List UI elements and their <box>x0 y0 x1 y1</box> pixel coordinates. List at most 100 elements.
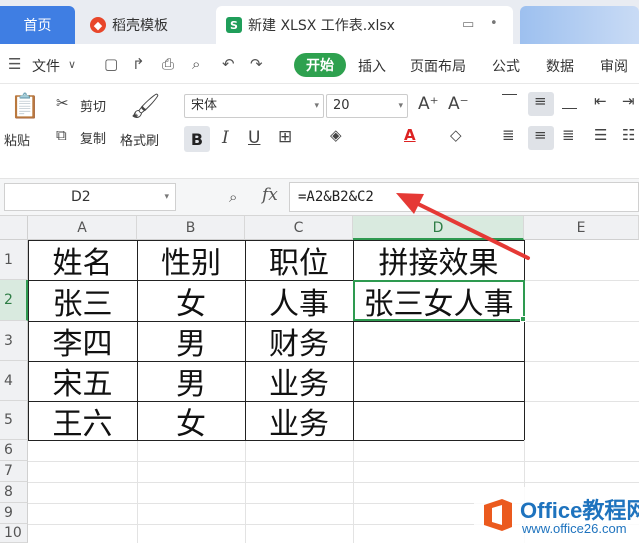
cell-b4[interactable]: 男 <box>137 361 245 402</box>
tab-template[interactable]: ◆ 稻壳模板 <box>80 6 210 44</box>
paste-icon[interactable]: 📋 <box>10 92 40 120</box>
gridline <box>524 401 639 402</box>
annotation-arrow-icon <box>396 193 530 260</box>
cell-b5[interactable]: 女 <box>137 401 245 442</box>
tab-other[interactable] <box>520 6 639 44</box>
fx-icon[interactable]: fx <box>262 185 278 205</box>
close-tab-icon[interactable]: • <box>490 16 498 31</box>
cell-a4[interactable]: 宋五 <box>28 361 137 402</box>
column-header-e[interactable]: E <box>524 216 639 240</box>
fill-handle[interactable] <box>520 316 526 322</box>
hamburger-menu-icon[interactable]: ☰ <box>8 55 21 73</box>
monitor-icon[interactable]: ▭ <box>462 17 474 32</box>
select-all-corner[interactable] <box>0 216 28 240</box>
chevron-down-icon: ▾ <box>314 101 319 111</box>
indent-icon[interactable]: ⇤ <box>594 92 607 110</box>
chevron-down-icon[interactable]: ∨ <box>68 58 76 71</box>
bold-button[interactable]: B <box>184 126 210 152</box>
active-cell-outline <box>353 280 525 321</box>
export-icon[interactable]: ↱ <box>132 55 145 73</box>
row-header-2[interactable]: 2 <box>0 280 28 321</box>
italic-button[interactable]: I <box>222 128 229 148</box>
menu-insert[interactable]: 插入 <box>358 56 386 76</box>
row-header-7[interactable]: 7 <box>0 461 28 482</box>
font-color-icon[interactable]: A <box>404 126 416 144</box>
scissors-icon[interactable]: ✂ <box>56 94 69 112</box>
copy-button[interactable]: 复制 <box>80 128 106 147</box>
cell-c5[interactable]: 业务 <box>245 401 353 442</box>
column-header-b[interactable]: B <box>137 216 245 240</box>
clear-format-icon[interactable]: ◇ <box>450 126 462 144</box>
row-header-6[interactable]: 6 <box>0 440 28 461</box>
underline-button[interactable]: U <box>248 128 260 148</box>
tab-home[interactable]: 首页 <box>0 6 75 44</box>
tab-active-file[interactable]: S 新建 XLSX 工作表.xlsx ▭ • <box>216 6 513 44</box>
spreadsheet-logo-icon: S <box>226 17 242 33</box>
cell-c4[interactable]: 业务 <box>245 361 353 402</box>
chevron-down-icon: ▾ <box>164 192 169 202</box>
align-top-icon[interactable]: ⎺ <box>502 92 517 110</box>
font-name-select[interactable]: 宋体 ▾ <box>184 94 324 118</box>
column-header-c[interactable]: C <box>245 216 353 240</box>
cell-a2[interactable]: 张三 <box>28 280 137 322</box>
align-left-icon[interactable]: ≣ <box>502 126 515 144</box>
cell-c3[interactable]: 财务 <box>245 321 353 362</box>
row-header-10[interactable]: 10 <box>0 524 28 543</box>
undo-icon[interactable]: ↶ <box>222 55 235 73</box>
copy-icon[interactable]: ⧉ <box>56 126 67 144</box>
row-header-1[interactable]: 1 <box>0 240 28 280</box>
menu-review[interactable]: 审阅 <box>600 56 628 76</box>
menu-formulas[interactable]: 公式 <box>492 56 520 76</box>
print-preview-icon[interactable]: ⌕ <box>192 55 200 73</box>
decrease-font-icon[interactable]: A⁻ <box>448 94 469 114</box>
cell-a5[interactable]: 王六 <box>28 401 137 442</box>
zoom-search-icon[interactable]: ⌕ <box>229 188 237 206</box>
row-header-9[interactable]: 9 <box>0 503 28 524</box>
format-painter-button[interactable]: 格式刷 <box>120 130 159 149</box>
cell-c2[interactable]: 人事 <box>245 280 353 322</box>
increase-font-icon[interactable]: A⁺ <box>418 94 439 114</box>
distributed-icon[interactable]: ☷ <box>622 126 635 144</box>
menu-file[interactable]: 文件 <box>32 56 60 76</box>
name-box[interactable]: D2 ▾ <box>4 183 176 211</box>
row-header-4[interactable]: 4 <box>0 361 28 401</box>
menu-start[interactable]: 开始 <box>294 53 346 77</box>
outdent-icon[interactable]: ⇥ <box>622 92 635 110</box>
cell-b1[interactable]: 性别 <box>137 240 245 281</box>
print-icon[interactable]: ⎙ <box>162 55 174 73</box>
font-size-value: 20 <box>333 98 350 113</box>
justify-icon[interactable]: ☰ <box>594 126 607 144</box>
save-icon[interactable]: ▢ <box>104 55 118 73</box>
gridline <box>524 361 639 362</box>
align-right-icon[interactable]: ≣ <box>562 126 575 144</box>
cell-b2[interactable]: 女 <box>137 280 245 322</box>
format-painter-icon[interactable]: 🖌 <box>130 92 160 120</box>
paste-button[interactable]: 粘贴 <box>4 130 30 149</box>
menu-page-layout[interactable]: 页面布局 <box>410 56 466 76</box>
fill-color-icon[interactable]: ◈ <box>330 126 342 144</box>
border-icon[interactable]: ⊞ <box>278 127 292 147</box>
formula-text: =A2&B2&C2 <box>298 189 374 205</box>
column-header-a[interactable]: A <box>28 216 137 240</box>
cut-button[interactable]: 剪切 <box>80 96 106 115</box>
cell-d4[interactable] <box>353 361 524 401</box>
document-tab-bar: 首页 ◆ 稻壳模板 S 新建 XLSX 工作表.xlsx ▭ • <box>0 0 639 44</box>
cell-b3[interactable]: 男 <box>137 321 245 362</box>
cell-d3[interactable] <box>353 321 524 361</box>
cell-c1[interactable]: 职位 <box>245 240 353 281</box>
row-header-5[interactable]: 5 <box>0 401 28 440</box>
align-middle-icon[interactable]: ≡ <box>534 92 547 110</box>
menu-data[interactable]: 数据 <box>546 56 574 76</box>
align-bottom-icon[interactable]: ⎽ <box>562 92 577 110</box>
row-header-3[interactable]: 3 <box>0 321 28 361</box>
watermark-url: www.office26.com <box>522 521 627 536</box>
chevron-down-icon: ▾ <box>398 101 403 111</box>
formula-bar: D2 ▾ ⌕ fx =A2&B2&C2 <box>0 178 639 216</box>
cell-a3[interactable]: 李四 <box>28 321 137 362</box>
row-header-8[interactable]: 8 <box>0 482 28 503</box>
align-center-icon[interactable]: ≡ <box>534 126 547 144</box>
font-size-select[interactable]: 20 ▾ <box>326 94 408 118</box>
cell-d5[interactable] <box>353 401 524 440</box>
cell-a1[interactable]: 姓名 <box>28 240 137 281</box>
redo-icon[interactable]: ↷ <box>250 55 263 73</box>
